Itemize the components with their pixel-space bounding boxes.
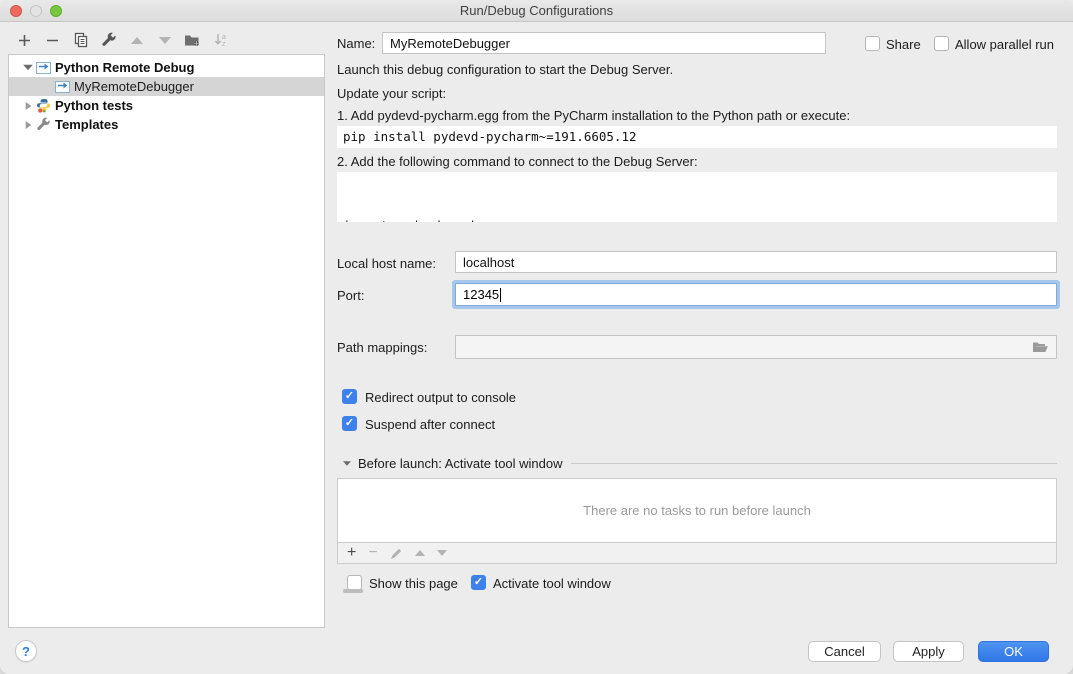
remove-icon[interactable]	[44, 32, 61, 49]
move-task-down-icon[interactable]	[437, 550, 447, 556]
edit-defaults-icon[interactable]	[100, 32, 117, 49]
instruction-step-1: 1. Add pydevd-pycharm.egg from the PyCha…	[337, 108, 850, 123]
instruction-line-1: Launch this debug configuration to start…	[337, 62, 673, 77]
instruction-line-2: Update your script:	[337, 86, 446, 101]
tree-item-label: Python Remote Debug	[55, 60, 194, 75]
tree-item-label: MyRemoteDebugger	[74, 79, 194, 94]
configurations-toolbar: a z	[16, 30, 229, 50]
remove-task-icon[interactable]: −	[368, 545, 377, 561]
show-this-page-label: Show this page	[369, 576, 458, 591]
tree-item-templates[interactable]: Templates	[9, 115, 324, 134]
help-question-icon: ?	[22, 644, 30, 659]
port-label: Port:	[337, 288, 364, 303]
chevron-collapsed-icon[interactable]	[21, 101, 35, 111]
tree-item-label: Python tests	[55, 98, 133, 113]
name-label: Name:	[337, 36, 375, 51]
settrace-code-block: import pydevd_pycharm pydevd_pycharm.set…	[337, 172, 1057, 222]
port-input[interactable]	[456, 284, 1056, 305]
new-folder-icon[interactable]	[184, 32, 201, 49]
section-divider	[571, 463, 1057, 464]
add-icon[interactable]	[16, 32, 33, 49]
svg-text:a: a	[222, 34, 226, 41]
show-this-page-checkbox[interactable]	[347, 575, 362, 590]
before-launch-title: Before launch: Activate tool window	[358, 456, 563, 471]
scrollbar-thumb[interactable]	[343, 589, 363, 593]
window-title: Run/Debug Configurations	[0, 3, 1073, 18]
redirect-output-checkbox[interactable]	[342, 389, 357, 404]
tree-item-myremotedebugger[interactable]: MyRemoteDebugger	[9, 77, 324, 96]
tree-item-label: Templates	[55, 117, 118, 132]
configurations-tree: Python Remote Debug MyRemoteDebugger	[8, 54, 325, 628]
chevron-expanded-icon[interactable]	[21, 64, 35, 71]
before-launch-task-list[interactable]: There are no tasks to run before launch	[337, 478, 1057, 543]
code-line-1: import pydevd_pycharm	[343, 216, 1051, 222]
path-mappings-label: Path mappings:	[337, 340, 427, 355]
chevron-collapsed-icon[interactable]	[21, 120, 35, 130]
suspend-after-connect-label: Suspend after connect	[365, 417, 495, 432]
edit-task-icon[interactable]	[390, 547, 403, 560]
copy-icon[interactable]	[72, 32, 89, 49]
wrench-icon	[35, 117, 51, 132]
instruction-step-2: 2. Add the following command to connect …	[337, 154, 698, 169]
tree-item-python-remote-debug[interactable]: Python Remote Debug	[9, 58, 324, 77]
redirect-output-label: Redirect output to console	[365, 390, 516, 405]
activate-tool-window-checkbox[interactable]	[471, 575, 486, 590]
sort-alphabetically-icon[interactable]: a z	[212, 32, 229, 49]
move-up-icon[interactable]	[128, 32, 145, 49]
python-tests-icon	[35, 98, 51, 113]
activate-tool-window-label: Activate tool window	[493, 576, 611, 591]
share-label: Share	[886, 37, 921, 52]
before-launch-header[interactable]: Before launch: Activate tool window	[341, 456, 1057, 471]
help-button[interactable]: ?	[15, 640, 37, 662]
local-host-name-input[interactable]	[455, 251, 1057, 273]
name-input[interactable]	[382, 32, 826, 54]
port-input-focused	[455, 283, 1057, 306]
svg-text:z: z	[222, 41, 226, 48]
path-mappings-input[interactable]	[455, 335, 1057, 359]
titlebar[interactable]: Run/Debug Configurations	[0, 0, 1073, 22]
run-debug-configurations-dialog: Run/Debug Configurations	[0, 0, 1073, 674]
section-collapse-icon[interactable]	[343, 461, 351, 466]
move-task-up-icon[interactable]	[415, 550, 425, 556]
remote-debug-icon	[54, 80, 70, 93]
browse-folder-icon[interactable]	[1032, 341, 1049, 354]
ok-button[interactable]: OK	[978, 641, 1049, 662]
allow-parallel-run-label: Allow parallel run	[955, 37, 1054, 52]
move-down-icon[interactable]	[156, 32, 173, 49]
empty-task-list-text: There are no tasks to run before launch	[583, 503, 811, 518]
share-checkbox[interactable]	[865, 36, 880, 51]
suspend-after-connect-checkbox[interactable]	[342, 416, 357, 431]
cancel-button[interactable]: Cancel	[808, 641, 881, 662]
local-host-name-label: Local host name:	[337, 256, 436, 271]
pip-install-command: pip install pydevd-pycharm~=191.6605.12	[337, 126, 1057, 148]
task-list-toolbar: + −	[337, 543, 1057, 564]
apply-button[interactable]: Apply	[893, 641, 964, 662]
tree-item-python-tests[interactable]: Python tests	[9, 96, 324, 115]
allow-parallel-run-checkbox[interactable]	[934, 36, 949, 51]
remote-debug-icon	[35, 61, 51, 74]
add-task-icon[interactable]: +	[347, 545, 356, 561]
text-caret	[500, 288, 501, 302]
